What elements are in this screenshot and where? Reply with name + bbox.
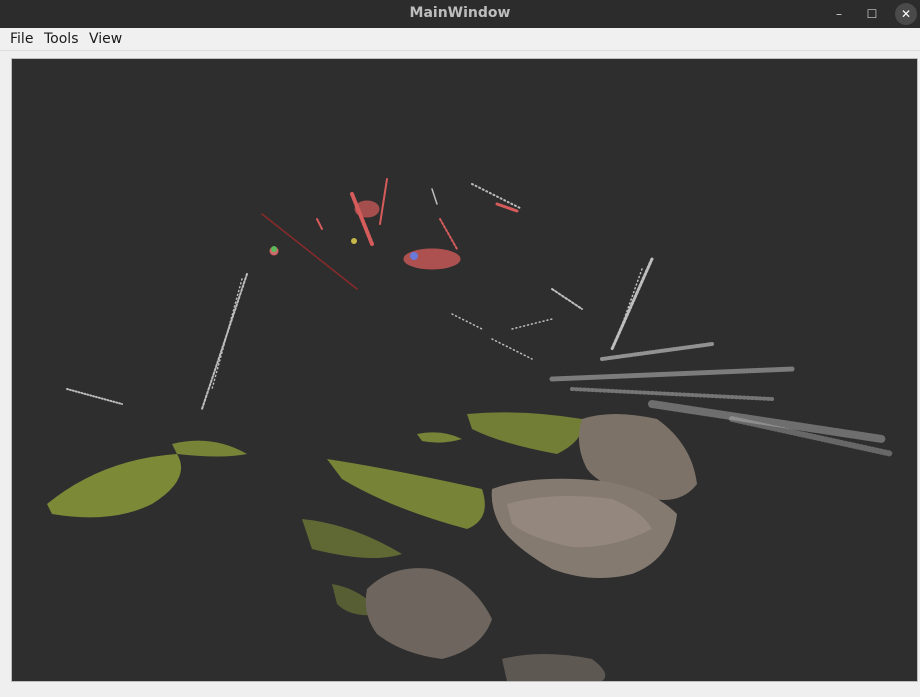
maximize-icon: ☐ xyxy=(866,7,878,21)
title-bar[interactable]: MainWindow – ☐ ✕ xyxy=(0,0,920,28)
minimize-button[interactable]: – xyxy=(828,3,850,25)
close-icon: ✕ xyxy=(900,7,912,21)
maximize-button[interactable]: ☐ xyxy=(861,3,883,25)
window-title: MainWindow xyxy=(409,5,511,21)
menu-tools[interactable]: Tools xyxy=(44,30,79,48)
point-cloud-viewport[interactable] xyxy=(11,58,918,682)
minimize-icon: – xyxy=(836,7,842,21)
close-button[interactable]: ✕ xyxy=(895,3,917,25)
menu-file[interactable]: File xyxy=(10,30,33,48)
menu-bar: File Tools View xyxy=(0,28,920,51)
point-cloud-canvas[interactable] xyxy=(12,59,917,681)
menu-view[interactable]: View xyxy=(89,30,122,48)
main-window: MainWindow – ☐ ✕ File Tools View xyxy=(0,0,920,697)
